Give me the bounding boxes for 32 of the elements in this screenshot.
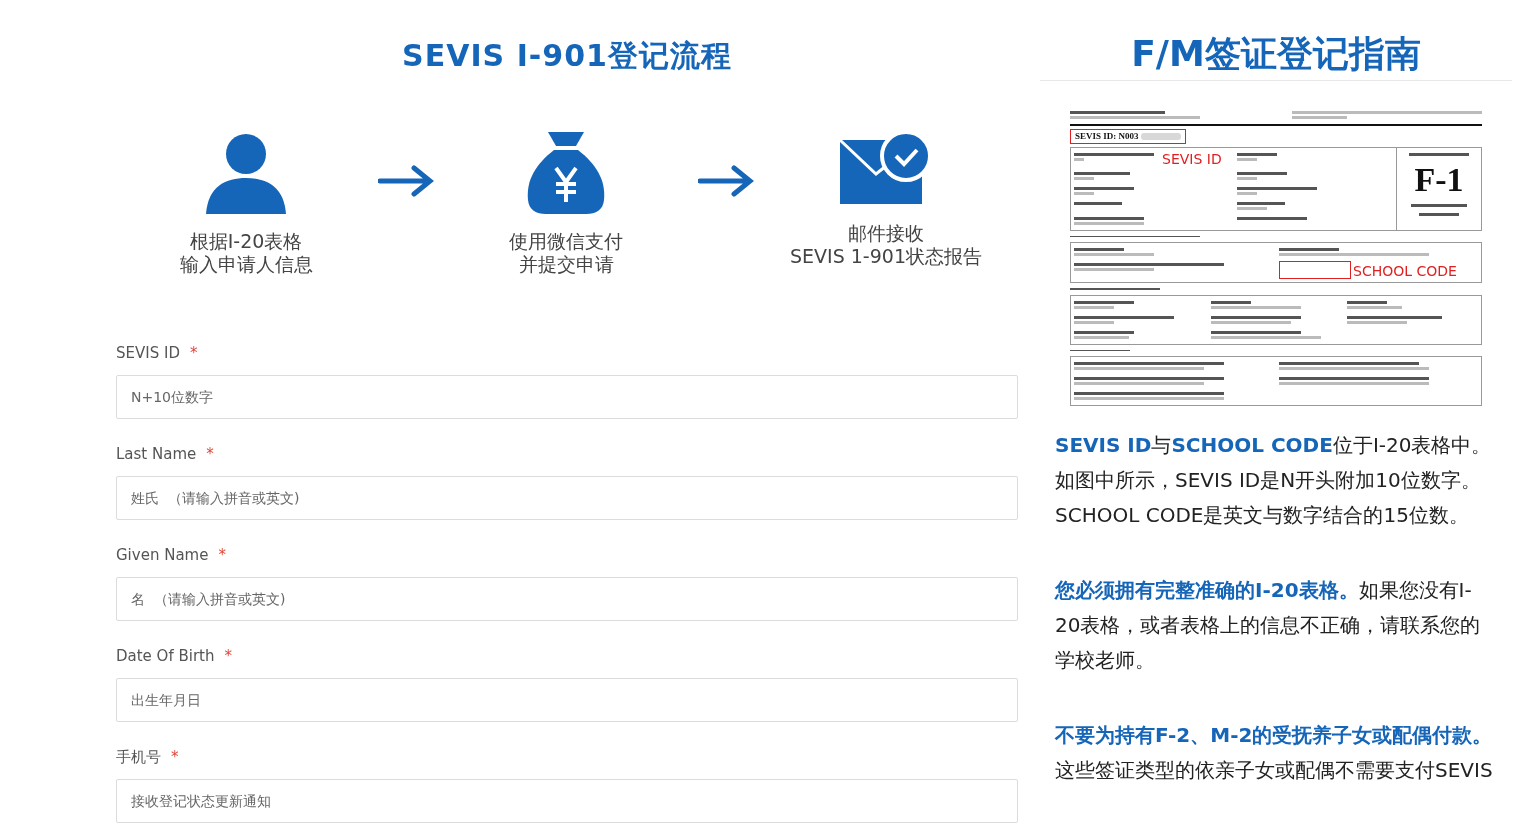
- sevis-id-label: SEVIS ID: [1162, 151, 1223, 167]
- step-caption: 根据I-20表格 输入申请人信息: [179, 230, 313, 276]
- step-caption: 邮件接收 SEVIS 1-901状态报告: [790, 222, 982, 268]
- guide-title: F/M签证登记指南: [1040, 32, 1512, 81]
- input-field[interactable]: 接收登记状态更新通知: [116, 779, 1018, 823]
- money-bag-icon: [526, 130, 606, 214]
- flow-title: SEVIS I-901登记流程: [401, 37, 733, 75]
- right-arrow-icon: [378, 164, 434, 198]
- guide-paragraph: SEVIS ID与SCHOOL CODE位于I-20表格中。如图中所示，SEVIS ID是N开头附加10位数字。SCHOOL CODE是英文与数字结合的15位数。: [1055, 432, 1493, 529]
- input-field[interactable]: N+10位数字: [116, 375, 1018, 419]
- input-field[interactable]: 出生年月日: [116, 678, 1018, 722]
- input-field[interactable]: 名 （请输入拼音或英文): [116, 577, 1018, 621]
- required-mark: *: [189, 344, 198, 362]
- field-label: 手机号: [116, 748, 161, 766]
- sevis-id-text: SEVIS ID: N003: [1075, 131, 1139, 142]
- school-code-label: SCHOOL CODE: [1353, 263, 1457, 280]
- guide-paragraph: 您必须拥有完整准确的I-20表格。如果您没有I-20表格，或者表格上的信息不正确，请联系您的学校老师。: [1055, 577, 1482, 674]
- input-field[interactable]: 姓氏 （请输入拼音或英文): [116, 476, 1018, 520]
- required-mark: *: [218, 546, 226, 564]
- redaction-blur: [1140, 133, 1181, 140]
- required-mark: *: [171, 748, 179, 766]
- field-label: SEVIS ID: [116, 344, 180, 362]
- field-label: Last Name: [116, 445, 197, 463]
- required-mark: *: [206, 445, 214, 463]
- field-label: Date Of Birth: [116, 647, 215, 665]
- field-label: Given Name: [116, 546, 209, 564]
- school-code-highlight: [1279, 261, 1351, 280]
- step-caption: 使用微信支付 并提交申请: [509, 230, 623, 276]
- guide-paragraph: 不要为持有F-2、M-2的受抚养子女或配偶付款。这些签证类型的依亲子女或配偶不需要支付SEVIS: [1055, 722, 1494, 784]
- right-arrow-icon: [698, 164, 754, 198]
- required-mark: *: [224, 647, 232, 665]
- class-value: F-1: [1414, 160, 1464, 200]
